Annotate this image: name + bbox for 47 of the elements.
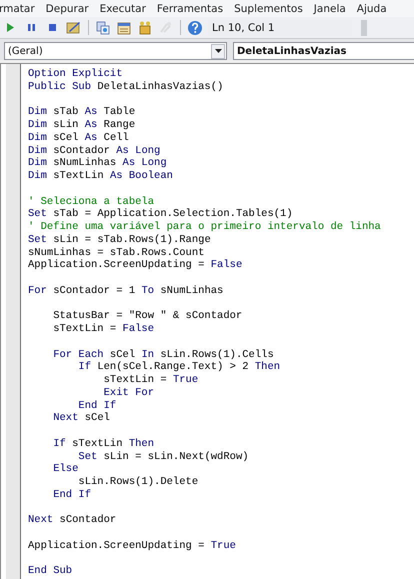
menu-item[interactable]: Ferramentas [156,2,224,14]
windows-icon[interactable] [95,20,111,36]
code-line: If sTextLin Then [52,438,156,450]
code-line: Option Explicit [28,68,124,81]
object-dropdown[interactable]: (Geral) [4,42,227,60]
menu-item[interactable]: Ajuda [356,2,387,14]
code-line: Next sContador [28,514,118,527]
code-line: Exit For [102,386,156,400]
code-line: ' Seleciona a tabela [28,196,156,208]
menu-item[interactable]: Depurar [46,2,89,14]
code-line: For Each sCel In sLin.Rows(1).Cells [52,348,275,361]
code-line: If Len(sCel.Range.Text) > 2 Then [77,361,282,374]
code-line: For sContador = 1 To sNumLinhas [28,284,224,298]
code-line: Public Sub DeletaLinhasVazias() [28,80,224,94]
code-line: End If [77,400,118,412]
code-line: Set sTab = Application.Selection.Tables(1) [28,208,294,221]
code-line: Dim sTab As Table [28,106,136,119]
code-line: Dim sContador As Long [28,144,162,157]
code-line: Dim sLin As Range [28,119,136,132]
code-line: End Sub [28,565,74,578]
code-editor[interactable] [0,63,414,579]
list-window-icon[interactable] [116,20,132,36]
code-line: ' Define uma variável para o primeiro intervalo de linha [28,221,381,234]
ruler-pencil-icon[interactable] [66,20,82,36]
code-line: Set sLin = sTab.Rows(1).Range [28,234,212,246]
code-line: Application.ScreenUpdating = True [28,540,237,552]
code-line: Application.ScreenUpdating = False [28,259,244,272]
code-line: sTextLin = True [102,374,200,387]
code-line: Set sLin = sLin.Next(wdRow) [78,450,250,464]
code-line: End If [52,488,92,502]
code-line: Else [52,463,79,476]
menu-item[interactable]: Suplementos [234,2,303,14]
procedure-dropdown[interactable]: DeletaLinhasVazias [233,42,414,60]
code-line: sTextLin = False [52,323,156,336]
code-line: StatusBar = "Row " & sContador [52,310,244,323]
code-line: sLin.Rows(1).Delete [77,476,200,489]
code-line: Next sCel [52,412,111,425]
toolbar-grip[interactable] [361,20,367,36]
code-line: Dim sNumLinhas As Long [28,157,168,170]
box-icon[interactable] [137,20,153,36]
menu-item[interactable]: Janela [314,2,346,14]
code-line: Dim sCel As Cell [28,132,130,144]
menu-item[interactable]: Executar [100,2,146,14]
help-icon[interactable] [187,20,203,36]
code-line: Dim sTextLin As Boolean [28,170,174,183]
code-line: sNumLinhas = sTab.Rows.Count [28,246,206,259]
menu-item[interactable]: rmatar [0,2,35,14]
